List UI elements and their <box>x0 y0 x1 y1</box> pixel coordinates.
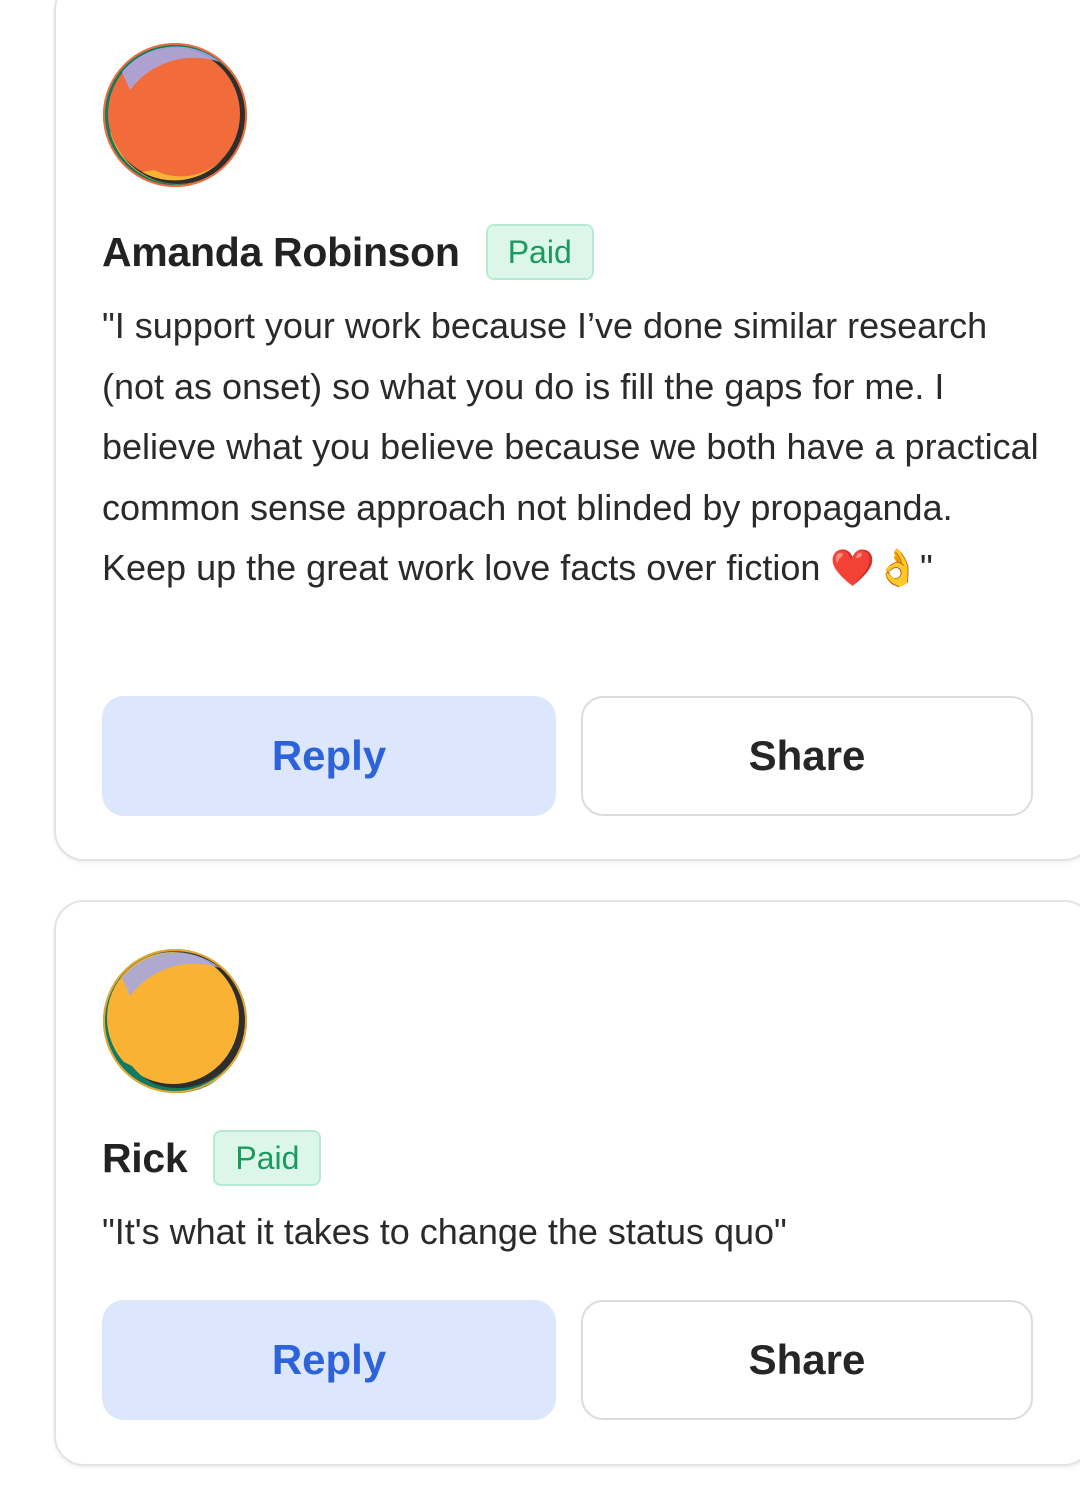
author-row: Rick Paid <box>102 1130 322 1186</box>
reply-button[interactable]: Reply <box>102 1300 556 1420</box>
share-button[interactable]: Share <box>581 696 1033 816</box>
author-row: Amanda Robinson Paid <box>102 224 594 280</box>
author-name[interactable]: Rick <box>102 1135 188 1182</box>
author-avatar[interactable] <box>102 948 248 1094</box>
share-button[interactable]: Share <box>581 1300 1033 1420</box>
comment-text: "I support your work because I’ve done s… <box>102 305 1039 588</box>
comment-text: "It's what it takes to change the status… <box>102 1211 787 1252</box>
comment-card: Rick Paid "It's what it takes to change … <box>54 900 1080 1466</box>
paid-badge: Paid <box>213 1130 322 1186</box>
abstract-circle-avatar-icon <box>103 949 247 1094</box>
abstract-circle-avatar-icon <box>103 43 247 187</box>
author-name[interactable]: Amanda Robinson <box>102 229 460 276</box>
comments-feed: Amanda Robinson Paid "I support your wor… <box>0 0 1080 1486</box>
author-avatar[interactable] <box>102 42 248 188</box>
paid-badge: Paid <box>485 224 594 280</box>
reply-button[interactable]: Reply <box>102 696 556 816</box>
comment-card: Amanda Robinson Paid "I support your wor… <box>54 0 1080 861</box>
